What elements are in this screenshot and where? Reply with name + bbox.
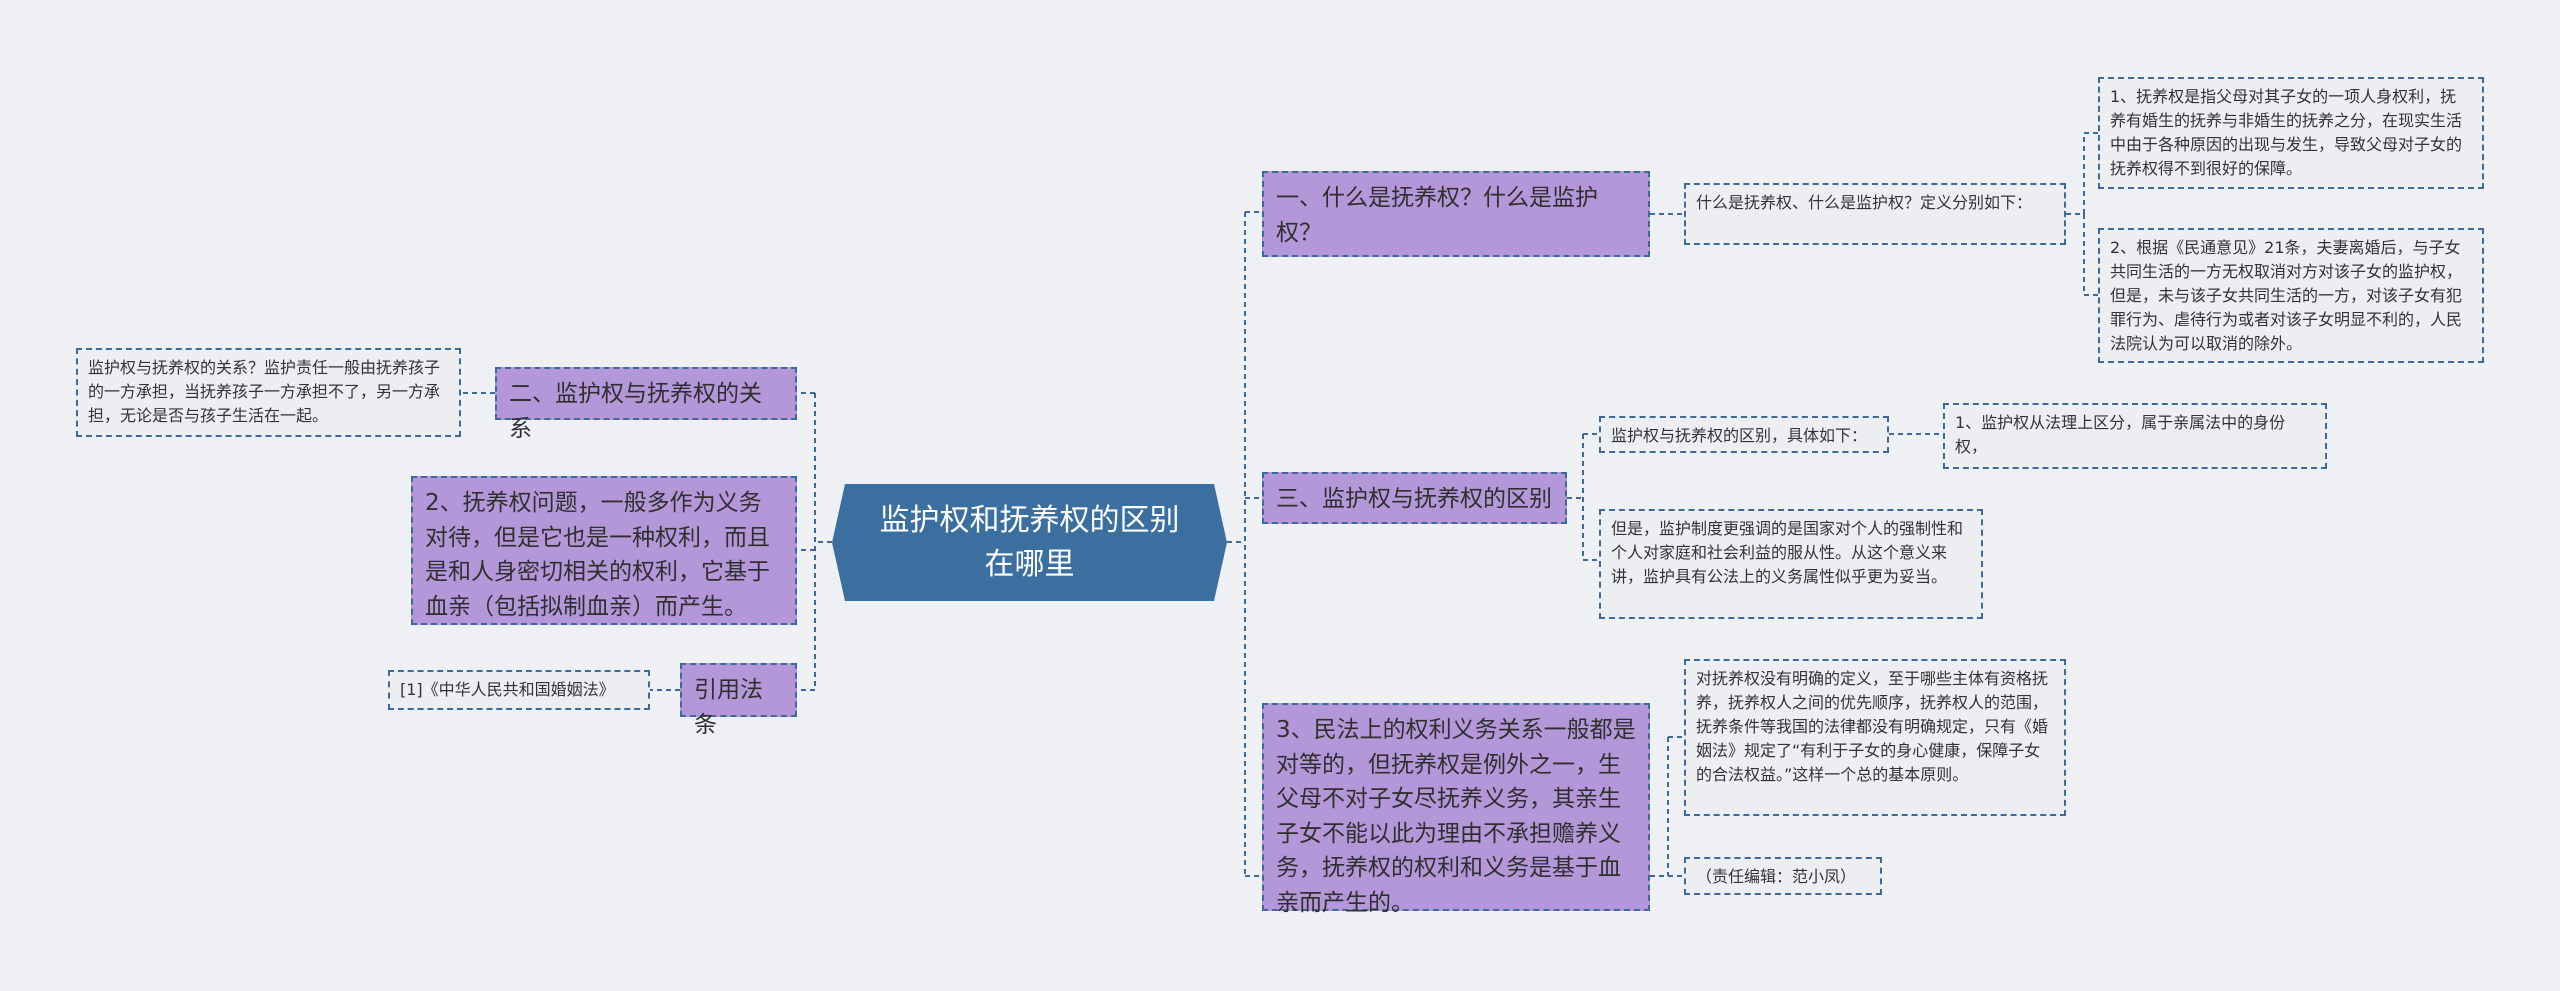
detail-text: （责任编辑：范小凤） [1696,867,1857,886]
detail-text: 但是，监护制度更强调的是国家对个人的强制性和个人对家庭和社会利益的服从性。从这个… [1611,519,1964,586]
detail-text: 对抚养权没有明确的定义，至于哪些主体有资格抚养，抚养权人之间的优先顺序，抚养权人… [1696,669,2049,784]
branch-what-is-custody[interactable]: 一、什么是抚养权？什么是监护权？ [1262,171,1650,257]
detail-public-law-duty[interactable]: 但是，监护制度更强调的是国家对个人的强制性和个人对家庭和社会利益的服从性。从这个… [1599,509,1983,619]
branch-relationship[interactable]: 二、监护权与抚养权的关系 [495,367,797,442]
detail-editor-credit[interactable]: （责任编辑：范小凤） [1684,857,1882,895]
central-topic-text: 监护权和抚养权的区别在哪里 [879,503,1180,582]
detail-text: 1、抚养权是指父母对其子女的一项人身权利，抚养有婚生的抚养与非婚生的抚养之分，在… [2110,87,2463,178]
branch-differences[interactable]: 三、监护权与抚养权的区别 [1262,472,1567,524]
subtopic-differences-detail[interactable]: 监护权与抚养权的区别，具体如下： [1599,416,1889,453]
detail-text: 1、监护权从法理上区分，属于亲属法中的身份权， [1955,413,2286,456]
branch-label: 2、抚养权问题，一般多作为义务对待，但是它也是一种权利，而且是和人身密切相关的权… [425,490,770,620]
subtopic-label: 什么是抚养权、什么是监护权？定义分别如下： [1696,193,2033,212]
detail-custody-definition[interactable]: 1、抚养权是指父母对其子女的一项人身权利，抚养有婚生的抚养与非婚生的抚养之分，在… [2098,77,2484,189]
branch-custody-issue[interactable]: 2、抚养权问题，一般多作为义务对待，但是它也是一种权利，而且是和人身密切相关的权… [411,476,797,625]
detail-text: 2、根据《民通意见》21条，夫妻离婚后，与子女共同生活的一方无权取消对方对该子女… [2110,238,2463,353]
detail-relationship[interactable]: 监护权与抚养权的关系？监护责任一般由抚养孩子的一方承担，当抚养孩子一方承担不了，… [76,348,461,437]
detail-guardianship-article[interactable]: 2、根据《民通意见》21条，夫妻离婚后，与子女共同生活的一方无权取消对方对该子女… [2098,228,2484,363]
detail-text: [1]《中华人民共和国婚姻法》 [400,680,615,699]
central-topic[interactable]: 监护权和抚养权的区别在哪里 [832,484,1227,601]
subtopic-label: 监护权与抚养权的区别，具体如下： [1611,426,1868,445]
branch-cited-laws[interactable]: 引用法条 [680,663,797,738]
detail-marriage-law[interactable]: [1]《中华人民共和国婚姻法》 [388,670,650,710]
subtopic-definitions[interactable]: 什么是抚养权、什么是监护权？定义分别如下： [1684,183,2066,245]
detail-identity-right[interactable]: 1、监护权从法理上区分，属于亲属法中的身份权， [1943,403,2327,469]
branch-label: 3、民法上的权利义务关系一般都是对等的，但抚养权是例外之一，生父母不对子女尽抚养… [1276,717,1636,916]
branch-civil-rights-duties[interactable]: 3、民法上的权利义务关系一般都是对等的，但抚养权是例外之一，生父母不对子女尽抚养… [1262,703,1650,916]
detail-no-clear-definition[interactable]: 对抚养权没有明确的定义，至于哪些主体有资格抚养，抚养权人之间的优先顺序，抚养权人… [1684,659,2066,816]
branch-label: 一、什么是抚养权？什么是监护权？ [1276,185,1598,246]
branch-label: 三、监护权与抚养权的区别 [1276,486,1552,512]
detail-text: 监护权与抚养权的关系？监护责任一般由抚养孩子的一方承担，当抚养孩子一方承担不了，… [88,358,441,425]
